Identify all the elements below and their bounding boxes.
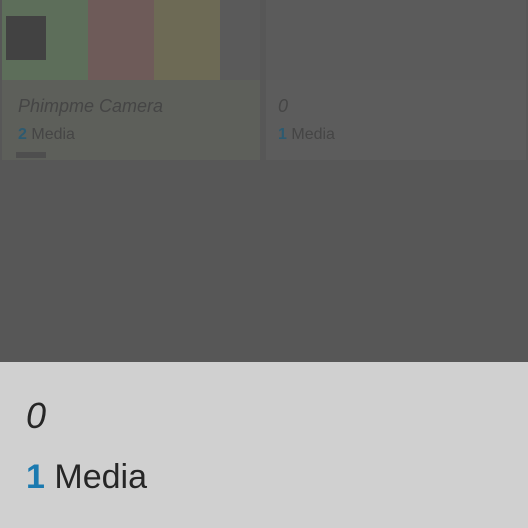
selected-album-name: 0 xyxy=(26,395,47,436)
media-count-label: Media xyxy=(54,458,147,496)
app-stage: Phimpme Camera 2 Media 0 1 Media 0 1 Med… xyxy=(0,0,528,528)
selected-album-panel[interactable]: 0 1 Media xyxy=(0,362,528,528)
card-indicator xyxy=(16,152,46,158)
album-card[interactable]: 0 1 Media xyxy=(266,0,526,160)
media-count-label: Media xyxy=(291,126,335,143)
selected-album-media-count: 1 Media xyxy=(26,460,147,494)
album-media-count: 1 Media xyxy=(278,126,335,144)
thumbnail-overlay xyxy=(6,16,46,60)
media-count-label: Media xyxy=(31,126,75,143)
album-info: Phimpme Camera 2 Media xyxy=(2,80,260,160)
album-media-count: 2 Media xyxy=(18,126,75,144)
media-count-number: 1 xyxy=(26,458,45,496)
media-count-number: 1 xyxy=(278,126,287,143)
album-name: Phimpme Camera xyxy=(18,96,164,116)
album-info: 0 1 Media xyxy=(266,80,526,160)
album-name: 0 xyxy=(278,96,289,116)
media-count-number: 2 xyxy=(18,126,27,143)
album-grid: Phimpme Camera 2 Media 0 1 Media xyxy=(0,0,528,362)
album-card[interactable]: Phimpme Camera 2 Media xyxy=(2,0,260,160)
thumbnail-tile xyxy=(88,0,154,80)
thumbnail-tile xyxy=(154,0,220,80)
thumbnail-tile xyxy=(220,0,260,80)
